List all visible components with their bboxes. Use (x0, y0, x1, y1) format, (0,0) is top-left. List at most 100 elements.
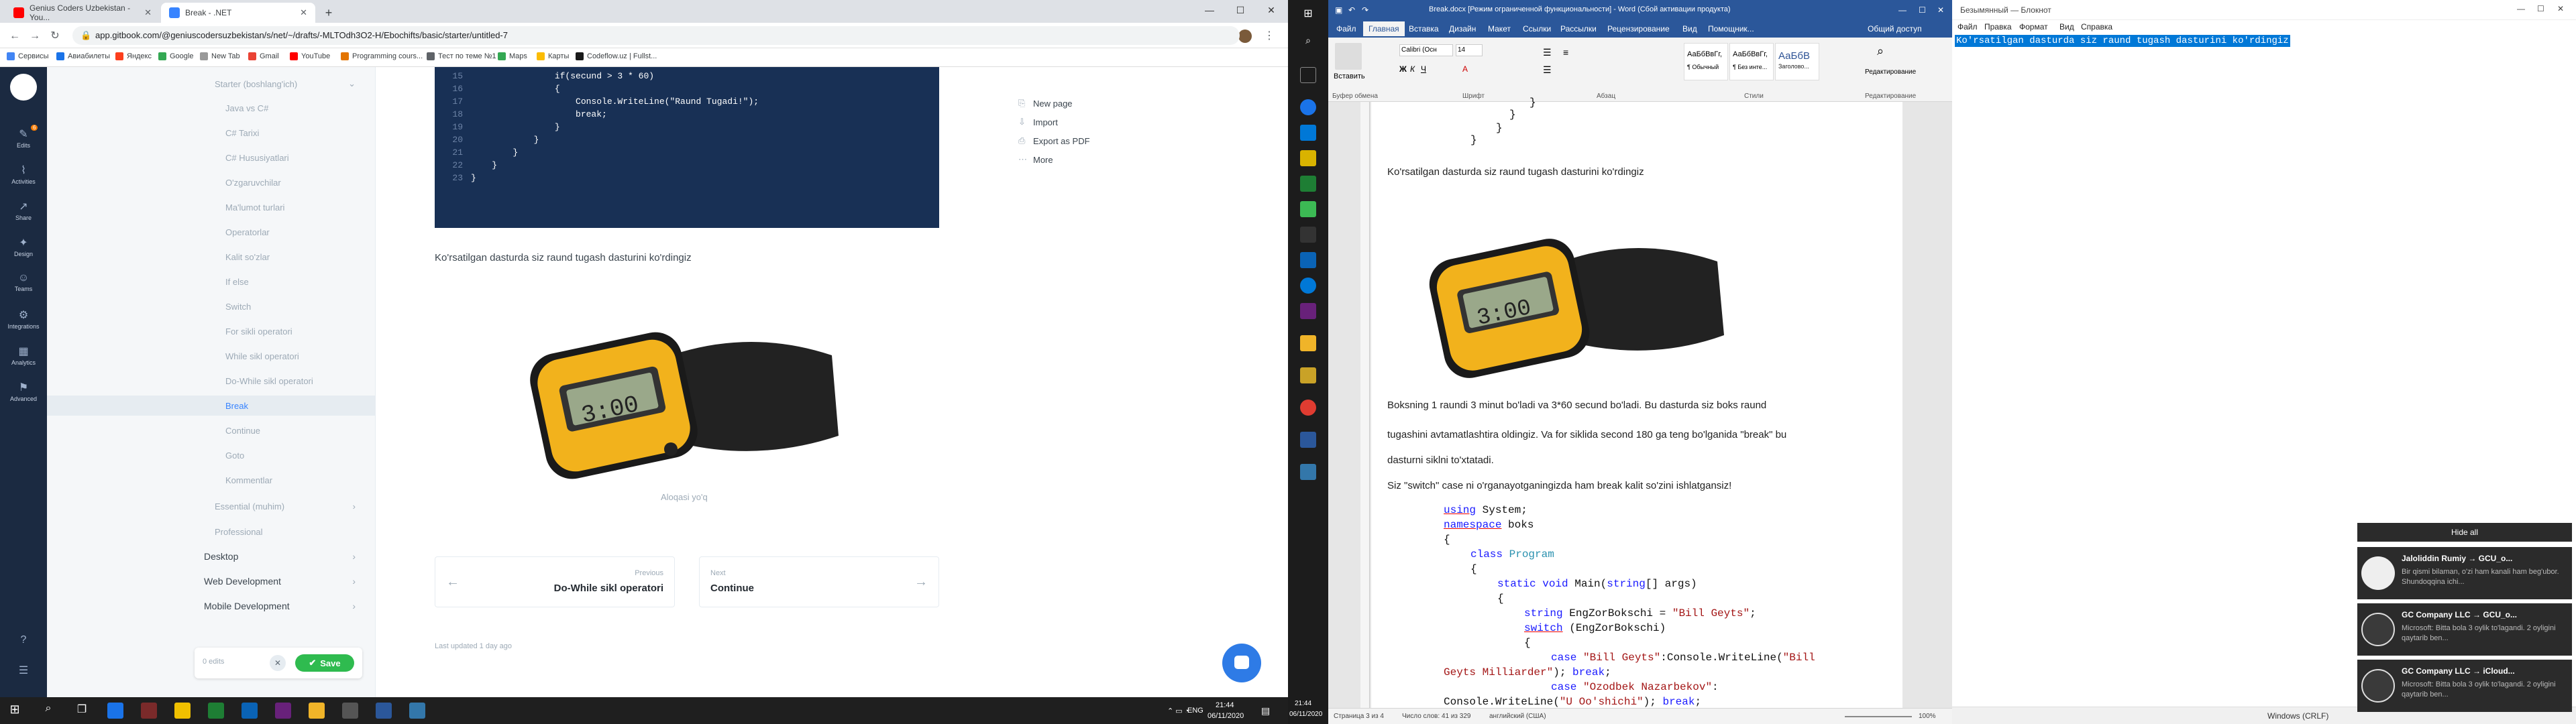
chrome-icon[interactable] (1300, 99, 1316, 115)
bookmark-item[interactable]: Programming cours... (341, 52, 423, 60)
bookmark-item[interactable]: Google (158, 52, 193, 60)
maximize-icon[interactable]: ☐ (1225, 0, 1256, 20)
style-normal[interactable]: АаБбВвГг, ¶ Обычный (1684, 43, 1728, 80)
hide-all-button[interactable]: Hide all (2357, 523, 2572, 542)
app-icon[interactable] (1300, 400, 1316, 416)
chrome-taskbar-icon[interactable] (107, 703, 123, 719)
doc-boxing-timer-image[interactable]: 3:00 (1422, 221, 1731, 382)
spaces-icon[interactable]: ☰ (0, 664, 47, 678)
nav-item[interactable]: C# Tarixi (47, 123, 376, 143)
menu-format[interactable]: Формат (2019, 22, 2048, 32)
app-taskbar-icon[interactable] (141, 703, 157, 719)
tab-break[interactable]: Break - .NET ✕ (161, 3, 315, 23)
task-view-icon[interactable]: ❐ (74, 703, 90, 719)
tab-references[interactable]: Ссылки (1523, 24, 1551, 34)
minimize-icon[interactable]: — (2517, 4, 2525, 13)
nav-section-starter[interactable]: Starter (boshlang'ich) ⌄ (47, 74, 376, 94)
status-language[interactable]: английский (США) (1489, 713, 1546, 720)
app-icon[interactable] (1300, 367, 1316, 383)
bookmark-item[interactable]: Gmail (248, 52, 279, 60)
close-window-icon[interactable]: ✕ (1937, 5, 1944, 15)
style-nospacing[interactable]: АаБбВвГг, ¶ Без инте... (1729, 43, 1774, 80)
app-icon[interactable] (1300, 125, 1316, 141)
nav-item[interactable]: C# Hususiyatlari (47, 147, 376, 168)
nav-item[interactable]: Switch (47, 296, 376, 316)
search-icon[interactable]: ⌕ (1300, 35, 1316, 51)
search-icon[interactable]: ⌕ (40, 703, 56, 719)
nav-section-professional[interactable]: Professional (47, 522, 376, 542)
tab-layout[interactable]: Макет (1488, 24, 1511, 34)
nav-item[interactable]: Ma'lumot turlari (47, 197, 376, 217)
visual-studio-taskbar-icon[interactable] (275, 703, 291, 719)
nav-item[interactable]: While sikl operatori (47, 346, 376, 366)
next-page-card[interactable]: Next Continue → (699, 556, 939, 607)
rail-design[interactable]: ✦ Design (0, 236, 47, 257)
rail-teams[interactable]: ☺ Teams (0, 272, 47, 292)
italic-button[interactable]: К (1410, 64, 1415, 74)
rail-edits[interactable]: ✎ Edits 6 (0, 125, 47, 149)
rail-integrations[interactable]: ⚙ Integrations (0, 308, 47, 330)
maximize-icon[interactable]: ☐ (1919, 5, 1926, 15)
forward-icon[interactable]: → (27, 28, 43, 44)
menu-edit[interactable]: Правка (1984, 22, 2012, 32)
numbering-icon[interactable]: ≡ (1563, 47, 1568, 58)
clock-time[interactable]: 21:44 (1295, 700, 1311, 707)
menu-more[interactable]: ⋯ More (1018, 154, 1053, 165)
app-taskbar-icon[interactable] (409, 703, 425, 719)
nav-item[interactable]: Operatorlar (47, 222, 376, 242)
nav-top-web[interactable]: Web Development › (47, 571, 376, 591)
new-tab-button[interactable]: + (319, 3, 338, 23)
notification-icon[interactable]: ▤ (1261, 705, 1270, 717)
app-taskbar-icon[interactable] (208, 703, 224, 719)
app-icon[interactable] (1300, 176, 1316, 192)
prev-page-card[interactable]: ← Previous Do-While sikl operatori (435, 556, 675, 607)
save-button[interactable]: ✔ Save (295, 654, 354, 672)
zoom-slider[interactable] (1845, 716, 1912, 717)
bookmark-item[interactable]: Maps (498, 52, 527, 60)
tab-insert[interactable]: Вставка (1409, 24, 1439, 34)
status-page[interactable]: Страница 3 из 4 (1334, 713, 1384, 720)
status-zoom[interactable]: 100% (1919, 713, 1936, 720)
bold-button[interactable]: Ж (1399, 64, 1407, 74)
bookmark-item[interactable]: Яндекс (115, 52, 152, 60)
clock-date[interactable]: 06/11/2020 (1208, 712, 1244, 720)
nav-section-essential[interactable]: Essential (muhim) › (47, 496, 376, 516)
tray-icons[interactable]: ⌃ ▭ ◔ (1167, 707, 1189, 715)
style-heading[interactable]: АаБбВ Заголово... (1775, 43, 1819, 80)
reload-icon[interactable]: ↻ (47, 28, 63, 44)
nav-item[interactable]: Kalit so'zlar (47, 247, 376, 267)
help-icon[interactable]: ? (0, 634, 47, 648)
menu-help[interactable]: Справка (2081, 22, 2112, 32)
task-view-icon[interactable] (1300, 67, 1316, 83)
notification-card[interactable]: GC Company LLC → GCU_o... Microsoft: Bit… (2357, 603, 2572, 656)
nav-top-desktop[interactable]: Desktop › (47, 546, 376, 566)
nav-item[interactable]: Continue (47, 420, 376, 440)
nav-item[interactable]: Java vs C# (47, 98, 376, 118)
clock-date[interactable]: 06/11/2020 (1289, 711, 1322, 718)
bookmark-item[interactable]: Тест по теме №1 |... (427, 52, 506, 60)
app-icon[interactable] (1300, 464, 1316, 480)
menu-import[interactable]: ⇩ Import (1018, 117, 1058, 127)
menu-file[interactable]: Файл (1957, 22, 1978, 32)
app-taskbar-icon[interactable] (342, 703, 358, 719)
menu-dots-icon[interactable]: ⋮ (1261, 28, 1277, 44)
tab-file[interactable]: Файл (1336, 24, 1356, 34)
font-name-select[interactable]: Calibri (Осн (1399, 44, 1453, 56)
bookmark-item[interactable]: YouTube (290, 52, 330, 60)
nav-item[interactable]: Kommentlar (47, 470, 376, 490)
align-icon[interactable]: ☰ (1543, 64, 1552, 76)
rail-analytics[interactable]: ▦ Analytics (0, 345, 47, 366)
nav-item[interactable]: Do-While sikl operatori (47, 371, 376, 391)
close-icon[interactable]: ✕ (144, 7, 152, 18)
app-icon[interactable] (1300, 201, 1316, 217)
redo-icon[interactable]: ↷ (1362, 5, 1368, 15)
profile-avatar[interactable] (1238, 29, 1252, 43)
space-logo[interactable] (10, 74, 37, 101)
bookmark-item[interactable]: Авиабилеты (56, 52, 110, 60)
edge-icon[interactable] (1300, 278, 1316, 294)
clock-time[interactable]: 21:44 (1216, 701, 1234, 709)
underline-button[interactable]: Ч (1421, 64, 1426, 74)
input-lang[interactable]: ENG (1187, 707, 1203, 715)
menu-export-pdf[interactable]: ⎙ Export as PDF (1018, 135, 1090, 146)
windows-start-icon[interactable]: ⊞ (1300, 7, 1316, 23)
